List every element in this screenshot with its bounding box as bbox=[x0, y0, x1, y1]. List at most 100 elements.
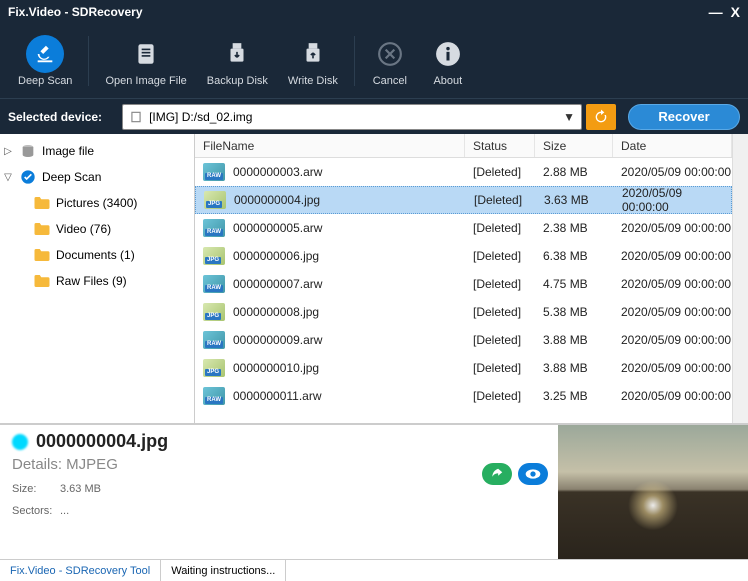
file-name: 0000000006.jpg bbox=[233, 249, 319, 263]
tree-folder[interactable]: Documents (1) bbox=[0, 242, 194, 268]
check-icon bbox=[18, 167, 38, 187]
file-thumb-icon: RAW bbox=[203, 219, 225, 237]
file-thumb-icon: RAW bbox=[203, 163, 225, 181]
preview-details: 0000000004.jpg Details: MJPEG Size: 3.63… bbox=[0, 425, 558, 559]
file-size: 3.63 MB bbox=[536, 193, 614, 207]
refresh-icon bbox=[593, 109, 609, 125]
file-thumb-icon: JPG bbox=[203, 247, 225, 265]
recover-label: Recover bbox=[658, 109, 709, 124]
recover-button[interactable]: Recover bbox=[628, 104, 740, 130]
tree-folder[interactable]: Pictures (3400) bbox=[0, 190, 194, 216]
toolbar-label: Cancel bbox=[373, 75, 407, 87]
col-filename[interactable]: FileName bbox=[195, 134, 465, 157]
file-size: 4.75 MB bbox=[535, 277, 613, 291]
about-button[interactable]: About bbox=[419, 31, 477, 91]
file-status: [Deleted] bbox=[465, 333, 535, 347]
file-pane: FileName Status Size Date RAW 0000000003.… bbox=[195, 134, 732, 423]
preview-pane: 0000000004.jpg Details: MJPEG Size: 3.63… bbox=[0, 424, 748, 559]
cancel-button[interactable]: Cancel bbox=[361, 31, 419, 91]
close-button[interactable]: X bbox=[731, 4, 740, 20]
status-message: Waiting instructions... bbox=[161, 560, 286, 581]
scrollbar[interactable] bbox=[732, 134, 748, 423]
usb-down-icon bbox=[218, 35, 256, 73]
view-button[interactable] bbox=[518, 463, 548, 485]
file-date: 2020/05/09 00:00:00 bbox=[613, 249, 732, 263]
meta-size-val: 3.63 MB bbox=[60, 483, 101, 495]
tree-folder[interactable]: Video (76) bbox=[0, 216, 194, 242]
device-value: [IMG] D:/sd_02.img bbox=[149, 110, 252, 124]
tree-label: Image file bbox=[42, 144, 94, 158]
col-size[interactable]: Size bbox=[535, 134, 613, 157]
file-thumb-icon: RAW bbox=[203, 275, 225, 293]
status-bar: Fix.Video - SDRecovery Tool Waiting inst… bbox=[0, 559, 748, 581]
microscope-icon bbox=[26, 35, 64, 73]
collapse-icon[interactable]: ▽ bbox=[2, 172, 14, 183]
preview-image bbox=[558, 425, 748, 559]
chevron-down-icon: ▼ bbox=[563, 110, 575, 124]
file-header: FileName Status Size Date bbox=[195, 134, 732, 158]
tree-root-deep-scan[interactable]: ▽ Deep Scan bbox=[0, 164, 194, 190]
file-name: 0000000003.arw bbox=[233, 165, 322, 179]
col-status[interactable]: Status bbox=[465, 134, 535, 157]
tree-label: Deep Scan bbox=[42, 170, 101, 184]
file-date: 2020/05/09 00:00:00 bbox=[613, 361, 732, 375]
file-date: 2020/05/09 00:00:00 bbox=[613, 277, 732, 291]
preview-filename: 0000000004.jpg bbox=[36, 431, 168, 452]
selected-device-label: Selected device: bbox=[8, 110, 102, 124]
open-image-button[interactable]: Open Image File bbox=[95, 31, 196, 91]
backup-disk-button[interactable]: Backup Disk bbox=[197, 31, 278, 91]
file-size: 2.88 MB bbox=[535, 165, 613, 179]
tree-folder[interactable]: Raw Files (9) bbox=[0, 268, 194, 294]
file-date: 2020/05/09 00:00:00 bbox=[613, 333, 732, 347]
tree-label: Video (76) bbox=[56, 222, 111, 236]
file-name: 0000000007.arw bbox=[233, 277, 322, 291]
meta-size-key: Size: bbox=[12, 483, 60, 495]
file-thumb-icon: JPG bbox=[203, 303, 225, 321]
file-row[interactable]: RAW0000000005.arw[Deleted]2.38 MB2020/05… bbox=[195, 214, 732, 242]
device-bar: Selected device: [IMG] D:/sd_02.img ▼ Re… bbox=[0, 98, 748, 134]
file-date: 2020/05/09 00:00:00 bbox=[613, 389, 732, 403]
col-date[interactable]: Date bbox=[613, 134, 732, 157]
file-row[interactable]: RAW0000000009.arw[Deleted]3.88 MB2020/05… bbox=[195, 326, 732, 354]
file-status: [Deleted] bbox=[465, 221, 535, 235]
file-list: RAW0000000003.arw[Deleted]2.88 MB2020/05… bbox=[195, 158, 732, 423]
toolbar-label: Open Image File bbox=[105, 75, 186, 87]
status-link[interactable]: Fix.Video - SDRecovery Tool bbox=[0, 560, 161, 581]
file-row[interactable]: JPG0000000008.jpg[Deleted]5.38 MB2020/05… bbox=[195, 298, 732, 326]
file-row[interactable]: RAW0000000003.arw[Deleted]2.88 MB2020/05… bbox=[195, 158, 732, 186]
write-disk-button[interactable]: Write Disk bbox=[278, 31, 348, 91]
image-file-icon bbox=[129, 110, 143, 124]
file-row[interactable]: RAW0000000007.arw[Deleted]4.75 MB2020/05… bbox=[195, 270, 732, 298]
tree-root-image-file[interactable]: ▷ Image file bbox=[0, 138, 194, 164]
titlebar: Fix.Video - SDRecovery — X bbox=[0, 0, 748, 24]
main-toolbar: Deep Scan Open Image File Backup Disk Wr… bbox=[0, 24, 748, 98]
file-name: 0000000010.jpg bbox=[233, 361, 319, 375]
minimize-button[interactable]: — bbox=[709, 4, 723, 20]
file-row[interactable]: JPG0000000004.jpg[Deleted]3.63 MB2020/05… bbox=[195, 186, 732, 214]
refresh-button[interactable] bbox=[586, 104, 616, 130]
file-date: 2020/05/09 00:00:00 bbox=[613, 165, 732, 179]
preview-title: 0000000004.jpg bbox=[12, 431, 546, 452]
device-selector[interactable]: [IMG] D:/sd_02.img ▼ bbox=[122, 104, 582, 130]
eye-icon bbox=[525, 468, 541, 480]
file-thumb-icon: JPG bbox=[204, 191, 226, 209]
file-date: 2020/05/09 00:00:00 bbox=[614, 186, 731, 214]
export-button[interactable] bbox=[482, 463, 512, 485]
disk-icon bbox=[18, 141, 38, 161]
file-thumb-icon: RAW bbox=[203, 331, 225, 349]
deep-scan-button[interactable]: Deep Scan bbox=[8, 31, 82, 91]
main-area: ▷ Image file ▽ Deep Scan Pictures (3400)… bbox=[0, 134, 748, 424]
info-icon bbox=[429, 35, 467, 73]
share-icon bbox=[490, 467, 504, 481]
folder-icon bbox=[32, 245, 52, 265]
file-size: 6.38 MB bbox=[535, 249, 613, 263]
preview-codec: Details: MJPEG bbox=[12, 456, 546, 473]
file-row[interactable]: JPG0000000010.jpg[Deleted]3.88 MB2020/05… bbox=[195, 354, 732, 382]
file-row[interactable]: RAW0000000011.arw[Deleted]3.25 MB2020/05… bbox=[195, 382, 732, 410]
preview-thumbnail bbox=[558, 425, 748, 559]
file-row[interactable]: JPG0000000006.jpg[Deleted]6.38 MB2020/05… bbox=[195, 242, 732, 270]
usb-up-icon bbox=[294, 35, 332, 73]
expand-icon[interactable]: ▷ bbox=[2, 146, 14, 157]
tree-label: Pictures (3400) bbox=[56, 196, 137, 210]
file-status: [Deleted] bbox=[465, 361, 535, 375]
